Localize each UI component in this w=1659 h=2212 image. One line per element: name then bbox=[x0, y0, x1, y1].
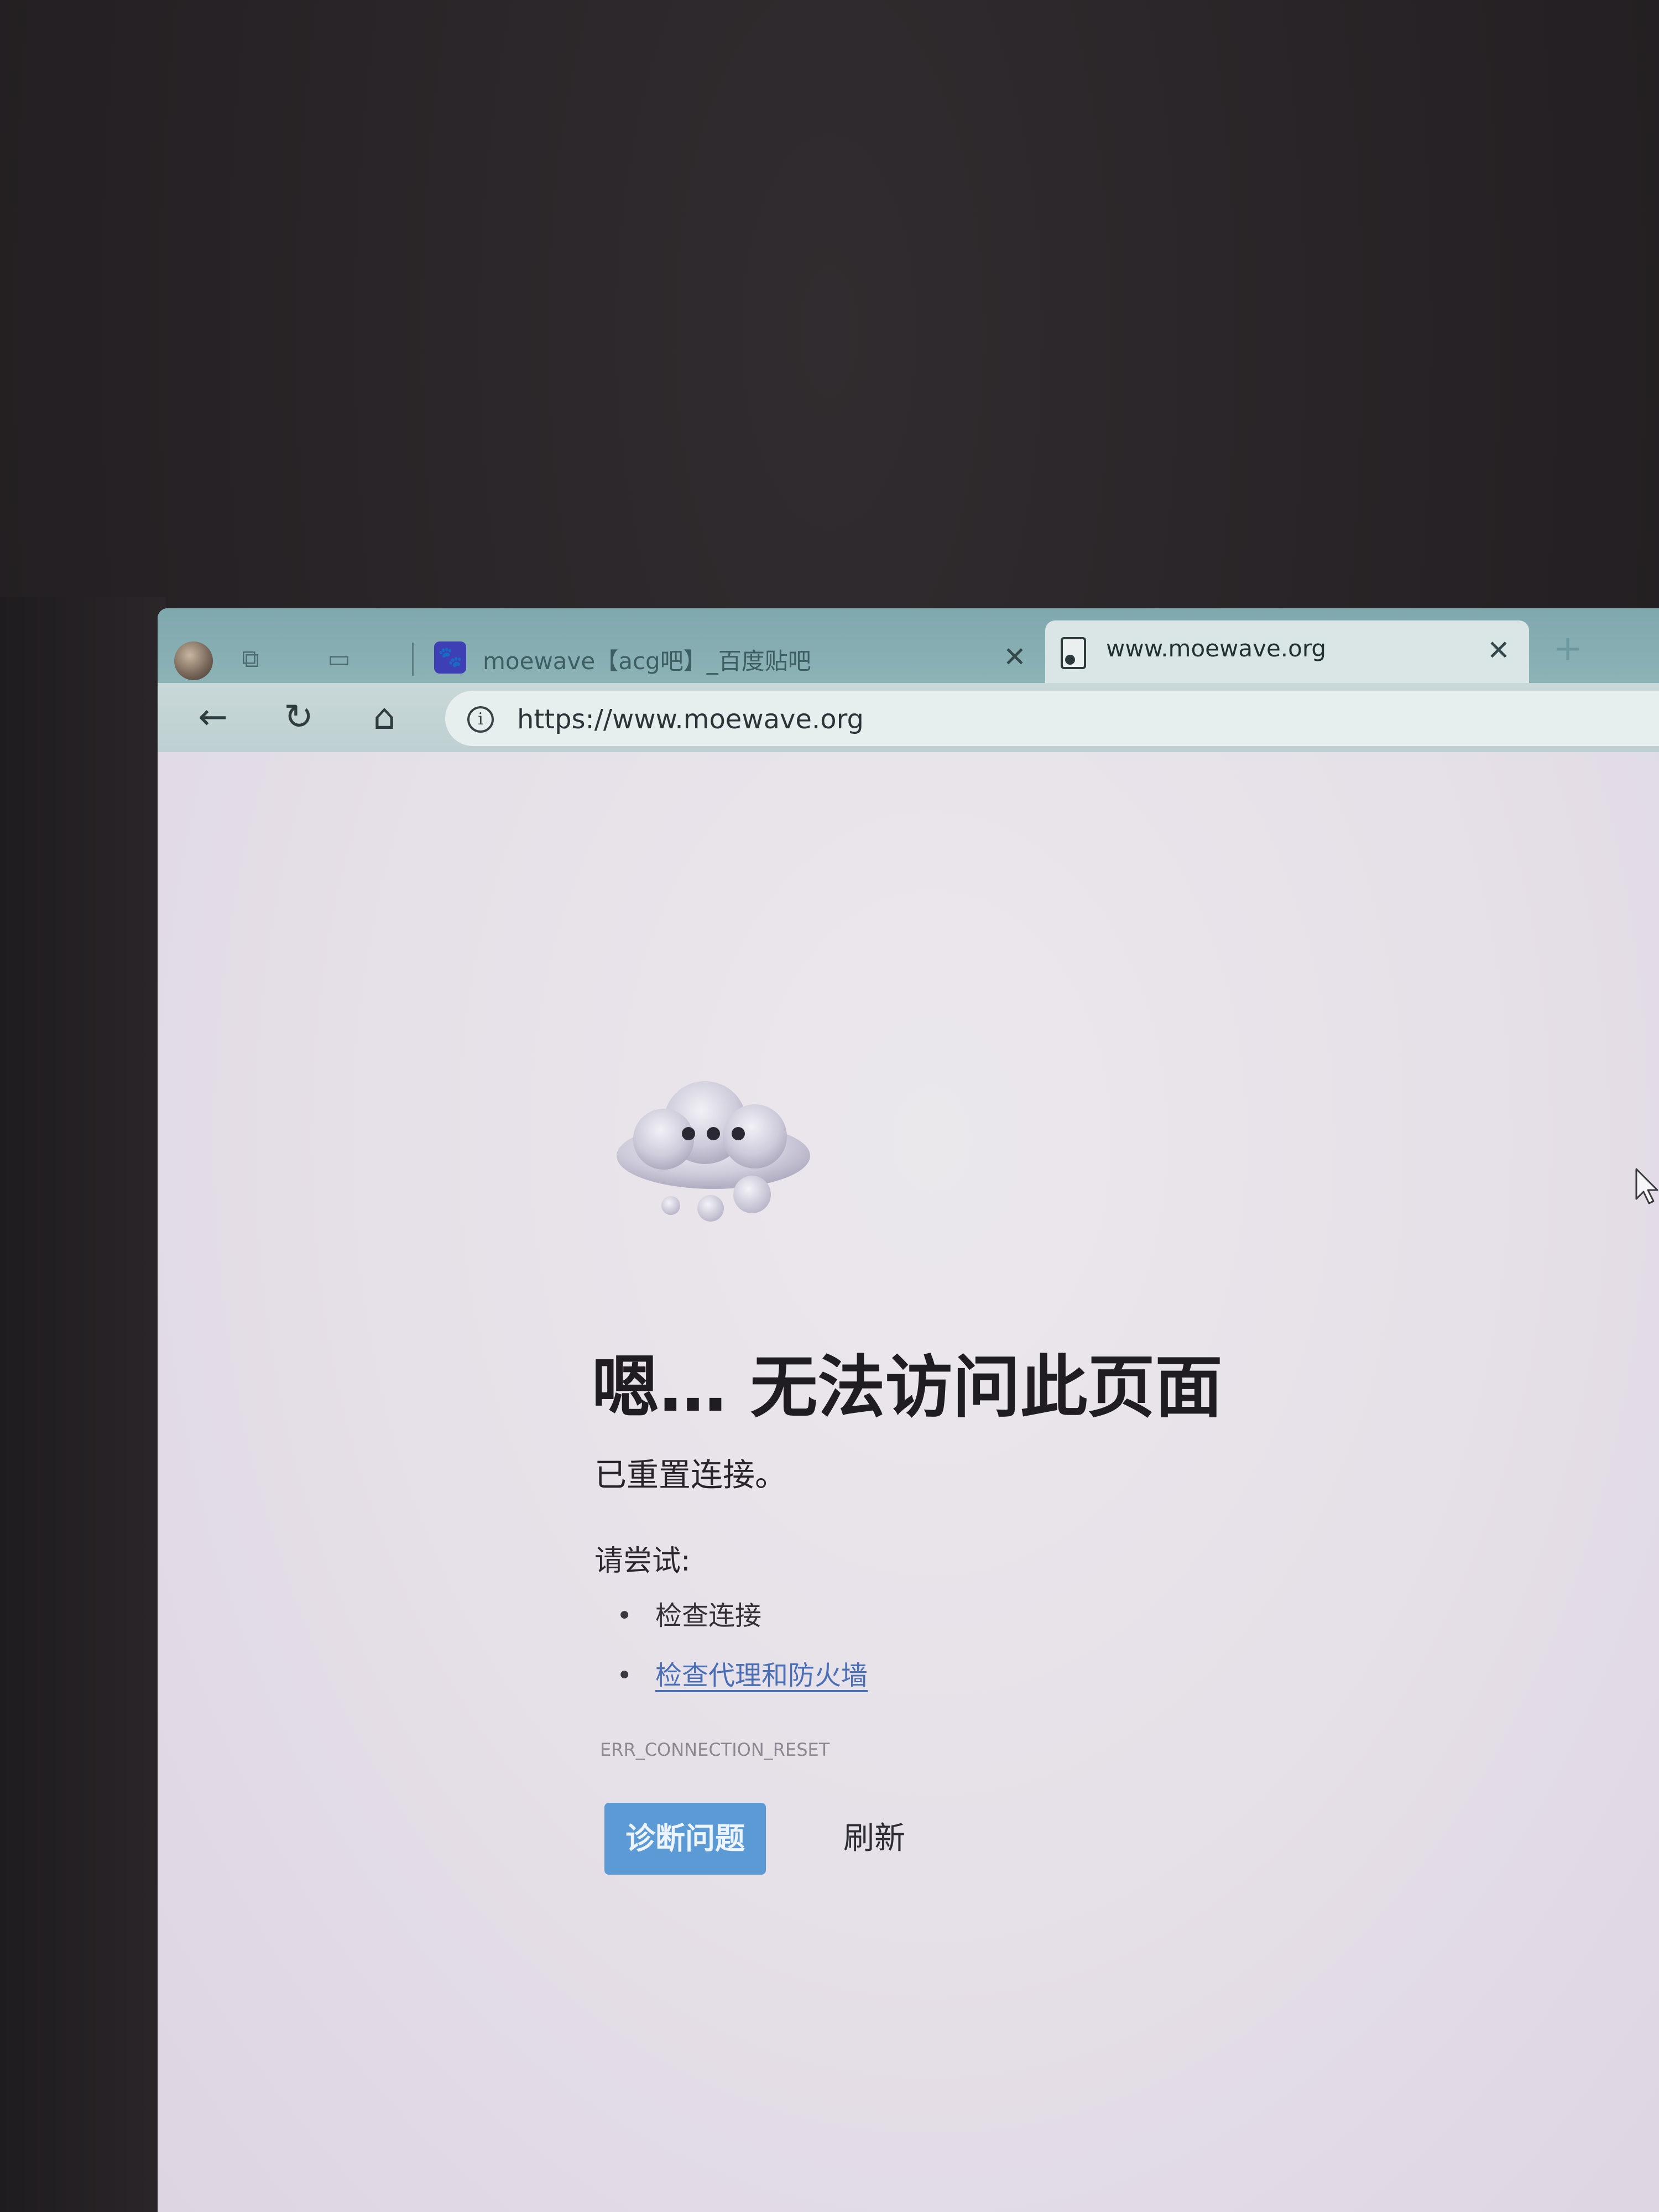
error-page: 嗯… 无法访问此页面 已重置连接。 请尝试: 检查连接 检查代理和防火墙 ERR… bbox=[158, 752, 1659, 2212]
suggestion-text: 检查连接 bbox=[655, 1600, 762, 1631]
address-bar[interactable]: i https://www.moewave.org bbox=[445, 691, 1659, 746]
browser-window: ⧉ ▭ 🐾 moewave【acg吧】_百度贴吧 ✕ www.moewave.o… bbox=[158, 608, 1659, 2212]
error-code: ERR_CONNECTION_RESET bbox=[600, 1739, 830, 1760]
proxy-firewall-link[interactable]: 检查代理和防火墙 bbox=[655, 1660, 868, 1691]
refresh-button[interactable]: 刷新 bbox=[827, 1803, 937, 1875]
back-arrow-icon[interactable]: ← bbox=[191, 695, 235, 739]
error-title: 嗯… 无法访问此页面 bbox=[592, 1348, 1223, 1427]
monitor-bezel bbox=[0, 597, 166, 2212]
tab-title: moewave【acg吧】_百度贴吧 bbox=[483, 648, 811, 675]
new-tab-button[interactable]: + bbox=[1548, 629, 1587, 668]
tab-moewave[interactable]: www.moewave.org ✕ bbox=[1045, 620, 1529, 683]
tab-baidu-acg[interactable]: 🐾 moewave【acg吧】_百度贴吧 ✕ bbox=[423, 630, 1042, 683]
baidu-paw-icon: 🐾 bbox=[434, 641, 466, 674]
info-icon[interactable]: i bbox=[467, 706, 494, 733]
tab-divider bbox=[412, 643, 414, 676]
error-description: 已重置连接。 bbox=[594, 1456, 787, 1494]
mouse-cursor-icon bbox=[1635, 1168, 1658, 1204]
cloud-illustration-icon bbox=[617, 1081, 810, 1222]
suggestion-list: 检查连接 检查代理和防火墙 bbox=[617, 1598, 868, 1718]
tab-strip: ⧉ ▭ 🐾 moewave【acg吧】_百度贴吧 ✕ www.moewave.o… bbox=[158, 608, 1659, 683]
try-label: 请尝试: bbox=[594, 1545, 691, 1578]
home-icon[interactable]: ⌂ bbox=[362, 695, 406, 739]
workspaces-icon[interactable]: ⧉ bbox=[235, 644, 266, 675]
document-icon bbox=[1061, 637, 1086, 669]
close-icon[interactable]: ✕ bbox=[998, 640, 1031, 674]
tab-actions-icon[interactable]: ▭ bbox=[324, 644, 354, 675]
navigation-toolbar: ← ↻ ⌂ i https://www.moewave.org bbox=[158, 683, 1659, 752]
suggestion-item: 检查代理和防火墙 bbox=[617, 1658, 868, 1718]
suggestion-item: 检查连接 bbox=[617, 1598, 868, 1658]
tab-title: www.moewave.org bbox=[1106, 635, 1327, 662]
close-icon[interactable]: ✕ bbox=[1482, 634, 1515, 667]
profile-avatar[interactable] bbox=[174, 641, 213, 680]
refresh-icon[interactable]: ↻ bbox=[276, 695, 321, 739]
url-text[interactable]: https://www.moewave.org bbox=[517, 704, 864, 735]
diagnose-button[interactable]: 诊断问题 bbox=[604, 1803, 766, 1875]
